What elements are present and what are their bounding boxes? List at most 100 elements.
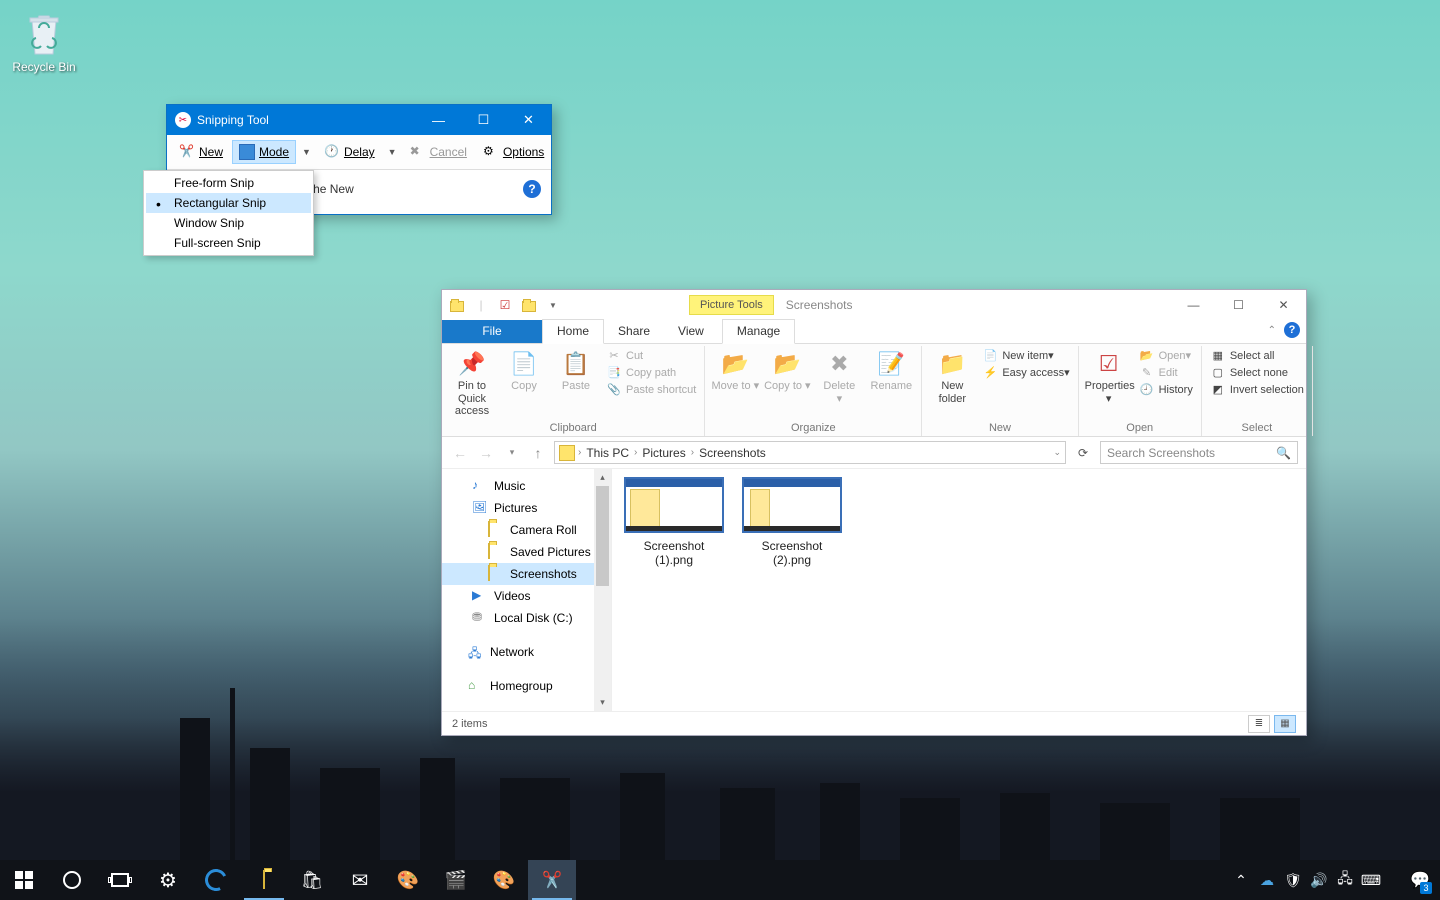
qat-dropdown[interactable]: ▼ xyxy=(542,294,564,316)
snip-new-button[interactable]: ✂️New xyxy=(172,140,230,164)
select-none-button[interactable]: ▢Select none xyxy=(1206,365,1308,380)
ribbon-collapse-arrow[interactable]: ⌃ xyxy=(1268,325,1276,336)
mode-item-fullscreen[interactable]: Full-screen Snip xyxy=(146,233,311,253)
breadcrumb-bar[interactable]: › This PC› Pictures› Screenshots ⌄ xyxy=(554,441,1066,464)
properties-button[interactable]: ☑Properties▾ xyxy=(1083,346,1135,405)
tray-keyboard[interactable]: ⌨ xyxy=(1358,860,1384,900)
explorer-titlebar[interactable]: | ☑ ▼ Picture Tools Screenshots — ☐ ✕ xyxy=(442,290,1306,320)
file-item[interactable]: Screenshot (2).png xyxy=(742,477,842,568)
new-item-button[interactable]: 📄New item ▾ xyxy=(978,348,1073,363)
close-button[interactable]: ✕ xyxy=(506,105,551,135)
desktop-icon-recycle-bin[interactable]: Recycle Bin xyxy=(8,10,80,74)
explorer-close-button[interactable]: ✕ xyxy=(1261,291,1306,319)
tray-defender[interactable]: 🛡 xyxy=(1280,860,1306,900)
invert-selection-button[interactable]: ◩Invert selection xyxy=(1206,382,1308,397)
crumb-screenshots[interactable]: Screenshots xyxy=(697,446,768,460)
easy-access-button[interactable]: ⚡Easy access ▾ xyxy=(978,365,1073,380)
tab-file[interactable]: File xyxy=(442,320,542,343)
nav-up-button[interactable]: ↑ xyxy=(528,445,548,461)
taskbar-store[interactable]: 🛍 xyxy=(288,860,336,900)
crumb-dropdown[interactable]: ⌄ xyxy=(1053,447,1061,458)
tray-overflow[interactable]: ⌃ xyxy=(1228,860,1254,900)
nav-recent-dropdown[interactable]: ▾ xyxy=(502,447,522,458)
taskbar-paint[interactable]: 🎨 xyxy=(384,860,432,900)
nav-screenshots[interactable]: Screenshots xyxy=(442,563,611,585)
tray-volume[interactable]: 🔊 xyxy=(1306,860,1332,900)
tab-manage[interactable]: Manage xyxy=(722,319,795,344)
cortana-button[interactable] xyxy=(48,860,96,900)
nav-pictures[interactable]: 🖼Pictures xyxy=(442,497,611,519)
group-new: New xyxy=(926,420,1073,436)
tab-share[interactable]: Share xyxy=(604,320,664,343)
crumb-pictures[interactable]: Pictures xyxy=(640,446,687,460)
nav-scrollbar[interactable]: ▴▾ xyxy=(594,469,611,711)
pin-to-quick-access-button[interactable]: 📌Pin to Quick access xyxy=(446,346,498,418)
nav-videos[interactable]: ▶Videos xyxy=(442,585,611,607)
file-item[interactable]: Screenshot (1).png xyxy=(624,477,724,568)
group-clipboard: Clipboard xyxy=(446,420,700,436)
nav-local-disk[interactable]: ⛃Local Disk (C:) xyxy=(442,607,611,629)
file-list[interactable]: Screenshot (1).png Screenshot (2).png xyxy=(612,469,1306,711)
store-icon: 🛍 xyxy=(301,870,324,891)
search-box[interactable]: Search Screenshots 🔍 xyxy=(1100,441,1298,464)
status-item-count: 2 items xyxy=(452,718,487,730)
crumb-this-pc[interactable]: This PC xyxy=(584,446,631,460)
folder-qat-icon[interactable] xyxy=(446,294,468,316)
nav-back-button[interactable]: ← xyxy=(450,445,470,461)
recycle-bin-icon xyxy=(23,10,65,58)
action-center-button[interactable]: 💬 3 xyxy=(1400,860,1440,900)
nav-saved-pictures[interactable]: Saved Pictures xyxy=(442,541,611,563)
mode-item-rectangular[interactable]: Rectangular Snip xyxy=(146,193,311,213)
task-view-button[interactable] xyxy=(96,860,144,900)
snip-delay-button[interactable]: 🕐Delay xyxy=(317,140,382,164)
taskbar: ⚙ 🛍 ✉ 🎨 🎬 🎨 ✂️ ⌃ ☁ 🛡 🔊 🖧 ⌨ 💬 3 xyxy=(0,860,1440,900)
taskbar-snipping-tool[interactable]: ✂️ xyxy=(528,860,576,900)
rectangle-icon xyxy=(239,144,255,160)
nav-music[interactable]: ♪Music xyxy=(442,475,611,497)
tray-network[interactable]: 🖧 xyxy=(1332,860,1358,900)
paste-button: 📋Paste xyxy=(550,346,602,393)
select-all-button[interactable]: ▦Select all xyxy=(1206,348,1308,363)
mode-item-window[interactable]: Window Snip xyxy=(146,213,311,233)
history-button[interactable]: 🕘History xyxy=(1135,382,1197,397)
taskbar-edge[interactable] xyxy=(192,860,240,900)
nav-homegroup[interactable]: ⌂Homegroup xyxy=(442,675,611,697)
start-button[interactable] xyxy=(0,860,48,900)
mode-dropdown-arrow[interactable]: ▼ xyxy=(297,147,316,157)
snip-mode-button[interactable]: Mode xyxy=(232,140,296,164)
copy-button: 📄Copy xyxy=(498,346,550,393)
delay-dropdown-arrow[interactable]: ▼ xyxy=(383,147,402,157)
view-details-button[interactable]: ≣ xyxy=(1248,715,1270,733)
explorer-maximize-button[interactable]: ☐ xyxy=(1216,291,1261,319)
explorer-minimize-button[interactable]: — xyxy=(1171,291,1216,319)
contextual-tab-label: Picture Tools xyxy=(689,295,774,315)
taskbar-mail[interactable]: ✉ xyxy=(336,860,384,900)
tab-view[interactable]: View xyxy=(664,320,718,343)
nav-camera-roll[interactable]: Camera Roll xyxy=(442,519,611,541)
tray-onedrive[interactable]: ☁ xyxy=(1254,860,1280,900)
new-item-icon: 📄 xyxy=(982,349,998,362)
nav-network[interactable]: 🖧Network xyxy=(442,641,611,663)
taskbar-paint-3d[interactable]: 🎨 xyxy=(480,860,528,900)
explorer-help-icon[interactable]: ? xyxy=(1284,322,1300,338)
view-thumbnails-button[interactable]: ▦ xyxy=(1274,715,1296,733)
tab-home[interactable]: Home xyxy=(542,319,604,344)
copy-path-button: 📑Copy path xyxy=(602,365,700,380)
new-folder-button[interactable]: 📁New folder xyxy=(926,346,978,405)
maximize-button[interactable]: ☐ xyxy=(461,105,506,135)
refresh-button[interactable]: ⟳ xyxy=(1072,446,1094,460)
taskbar-file-explorer[interactable] xyxy=(240,860,288,900)
gear-icon: ⚙ xyxy=(483,144,499,160)
taskbar-settings[interactable]: ⚙ xyxy=(144,860,192,900)
desktop-icon-label: Recycle Bin xyxy=(12,60,75,74)
new-folder-qat-icon[interactable] xyxy=(518,294,540,316)
minimize-button[interactable]: — xyxy=(416,105,461,135)
properties-qat-icon[interactable]: ☑ xyxy=(494,294,516,316)
mode-item-freeform[interactable]: Free-form Snip xyxy=(146,173,311,193)
taskbar-movies[interactable]: 🎬 xyxy=(432,860,480,900)
x-icon: ✖ xyxy=(410,144,426,160)
help-icon[interactable]: ? xyxy=(523,180,541,198)
snip-options-button[interactable]: ⚙Options xyxy=(476,140,551,164)
snip-titlebar[interactable]: ✂ Snipping Tool — ☐ ✕ xyxy=(167,105,551,135)
group-select: Select xyxy=(1206,420,1308,436)
